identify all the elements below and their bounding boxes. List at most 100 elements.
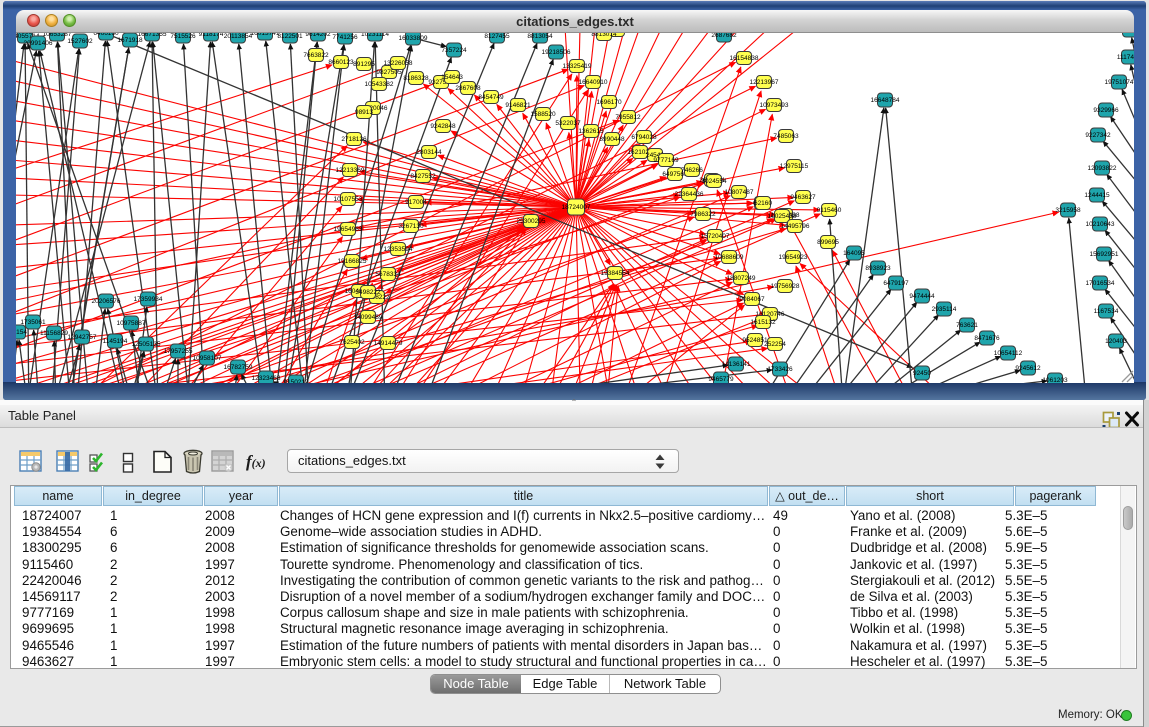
svg-text:19384554: 19384554 [601, 270, 630, 277]
svg-text:9614202: 9614202 [305, 33, 331, 38]
svg-text:17016534: 17016534 [1086, 280, 1115, 287]
svg-text:9150212: 9150212 [283, 379, 309, 383]
svg-text:8813054: 8813054 [527, 33, 553, 40]
svg-text:8471676: 8471676 [974, 335, 1000, 342]
svg-text:7663822: 7663822 [303, 52, 329, 59]
svg-text:9146821: 9146821 [505, 102, 531, 109]
svg-text:16154838: 16154838 [730, 55, 759, 62]
svg-text:1671918: 1671918 [117, 37, 143, 44]
svg-text:1117404: 1117404 [1117, 54, 1134, 61]
svg-text:20206576: 20206576 [92, 298, 121, 305]
svg-text:16782759: 16782759 [224, 364, 253, 371]
svg-text:8938923: 8938923 [865, 265, 891, 272]
svg-text:12323468: 12323468 [252, 375, 281, 382]
svg-text:5678334: 5678334 [375, 271, 401, 278]
svg-text:1615132: 1615132 [750, 319, 776, 326]
svg-text:2803144: 2803144 [416, 149, 442, 156]
svg-text:9777169: 9777169 [653, 157, 679, 164]
svg-text:11156829: 11156829 [40, 330, 68, 337]
svg-text:6466160: 6466160 [93, 33, 119, 37]
svg-text:7485063: 7485063 [773, 133, 799, 140]
svg-text:62160: 62160 [754, 200, 772, 207]
svg-text:12093822: 12093822 [1088, 165, 1117, 172]
svg-text:98913: 98913 [355, 109, 373, 116]
svg-text:164095: 164095 [843, 250, 865, 257]
svg-text:19751074: 19751074 [1105, 79, 1134, 86]
svg-text:12975115: 12975115 [780, 163, 809, 170]
svg-text:10210643: 10210643 [1086, 221, 1115, 228]
svg-text:17957255: 17957255 [164, 348, 193, 355]
svg-text:9084067: 9084067 [739, 296, 765, 303]
svg-text:1588520: 1588520 [530, 111, 556, 118]
svg-text:14495796: 14495796 [781, 223, 810, 230]
svg-text:7955812: 7955812 [615, 114, 641, 121]
svg-text:10231114: 10231114 [361, 33, 389, 38]
svg-text:14099489: 14099489 [354, 314, 383, 321]
svg-text:12505135: 12505135 [132, 341, 161, 348]
svg-text:10807487: 10807487 [725, 189, 754, 196]
svg-text:15692951: 15692951 [1090, 251, 1119, 258]
svg-text:13226058: 13226058 [384, 60, 413, 67]
svg-text:8122501: 8122501 [277, 33, 303, 40]
svg-text:1167534: 1167534 [1094, 308, 1119, 315]
svg-text:14914479: 14914479 [374, 340, 403, 347]
svg-text:12213369: 12213369 [336, 167, 365, 174]
svg-text:1061203: 1061203 [1042, 377, 1068, 383]
svg-text:2718126: 2718126 [341, 136, 367, 143]
svg-text:9245612: 9245612 [1015, 365, 1041, 372]
svg-text:120403: 120403 [1105, 338, 1127, 345]
svg-text:5322037: 5322037 [555, 120, 581, 127]
svg-text:10543382: 10543382 [365, 81, 394, 88]
svg-text:252254: 252254 [764, 341, 786, 348]
svg-text:7515526: 7515526 [170, 33, 196, 40]
svg-text:1527602: 1527602 [67, 38, 93, 45]
svg-text:16640910: 16640910 [579, 79, 608, 86]
svg-text:1024554: 1024554 [701, 178, 727, 185]
svg-text:9115460: 9115460 [817, 207, 842, 214]
svg-text:8813014: 8813014 [591, 33, 617, 38]
svg-text:19654923: 19654923 [779, 254, 808, 261]
svg-text:20991406: 20991406 [24, 40, 53, 47]
svg-text:9329966: 9329966 [1093, 107, 1119, 114]
svg-text:2687682: 2687682 [711, 33, 737, 39]
svg-text:2935114: 2935114 [932, 306, 957, 313]
svg-text:16648784: 16648784 [871, 97, 900, 104]
svg-text:16013741: 16013741 [251, 33, 280, 37]
svg-text:21364436: 21364436 [675, 191, 704, 198]
svg-text:12213967: 12213967 [750, 79, 779, 86]
svg-text:9827505: 9827505 [376, 69, 402, 76]
svg-text:9227342: 9227342 [1085, 132, 1111, 139]
svg-text:9465779: 9465779 [708, 376, 734, 383]
svg-text:18724007: 18724007 [562, 204, 591, 211]
svg-text:12353594: 12353594 [384, 246, 413, 253]
svg-text:1733426: 1733426 [767, 366, 793, 373]
svg-text:8427552: 8427552 [410, 173, 436, 180]
svg-text:14136141: 14136141 [722, 361, 751, 368]
svg-text:9463627: 9463627 [790, 194, 816, 201]
svg-text:8990448: 8990448 [599, 136, 625, 143]
svg-text:7986322: 7986322 [690, 211, 716, 218]
svg-text:8454749: 8454749 [478, 94, 504, 101]
svg-text:154643: 154643 [441, 74, 463, 81]
svg-text:8127455: 8127455 [484, 33, 510, 40]
svg-text:7357224: 7357224 [441, 47, 467, 54]
svg-text:7741256: 7741256 [332, 34, 358, 41]
svg-text:8660123: 8660123 [328, 59, 354, 66]
svg-text:20113854: 20113854 [224, 33, 253, 40]
svg-text:16033809: 16033809 [399, 35, 428, 42]
svg-text:92450: 92450 [913, 370, 931, 377]
svg-text:19166825: 19166825 [338, 258, 367, 265]
svg-text:9242848: 9242848 [430, 123, 456, 130]
svg-text:2867608: 2867608 [455, 85, 481, 92]
svg-text:1735061: 1735061 [20, 319, 46, 326]
svg-text:1696170: 1696170 [596, 99, 622, 106]
svg-text:17359934: 17359934 [134, 296, 163, 303]
svg-text:3215958: 3215958 [1055, 207, 1081, 214]
svg-text:10975887: 10975887 [117, 320, 146, 327]
svg-text:6479197: 6479197 [883, 280, 909, 287]
svg-text:9118174: 9118174 [199, 33, 224, 38]
svg-text:19654983: 19654983 [334, 226, 363, 233]
svg-text:19756928: 19756928 [771, 283, 800, 290]
svg-text:11123: 11123 [1121, 33, 1134, 34]
svg-text:39154: 39154 [16, 329, 27, 336]
